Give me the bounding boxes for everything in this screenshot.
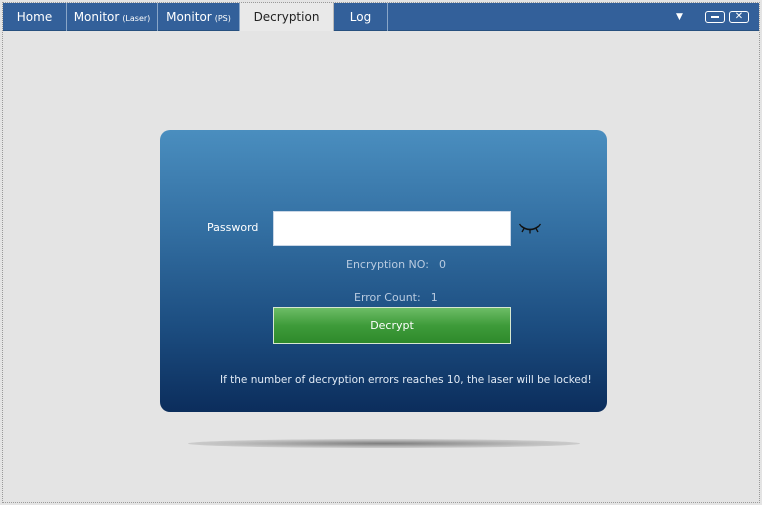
error-count-label: Error Count:	[354, 291, 421, 304]
panel-shadow	[188, 439, 580, 448]
warning-text: If the number of decryption errors reach…	[220, 374, 592, 386]
error-count-value: 1	[430, 291, 438, 304]
app-window: Home Monitor (Laser) Monitor (PS) Decrypti…	[2, 2, 760, 503]
tab-decryption[interactable]: Decryption	[240, 3, 334, 31]
tab-decryption-label: Decryption	[253, 10, 320, 24]
minimize-bar	[711, 16, 719, 18]
tab-monitor-ps[interactable]: Monitor (PS)	[158, 3, 240, 31]
tab-monitor-ps-label: Monitor	[166, 10, 212, 24]
tab-bar: Home Monitor (Laser) Monitor (PS) Decrypti…	[3, 3, 759, 31]
closed-eye-icon[interactable]	[519, 222, 541, 234]
tab-log-label: Log	[349, 10, 372, 24]
close-x-glyph: ✕	[734, 11, 744, 22]
tab-monitor-laser-label: Monitor	[73, 10, 120, 24]
error-count-row: Error Count: 1	[354, 291, 438, 304]
password-input[interactable]	[273, 211, 511, 246]
decryption-panel: Password Encryption NO: 0 Error Count: 1 D…	[160, 130, 607, 412]
encryption-no-label: Encryption NO:	[346, 258, 429, 271]
minimize-icon[interactable]	[705, 11, 725, 23]
encryption-no-value: 0	[438, 258, 446, 271]
tab-home-label: Home	[16, 10, 53, 24]
decrypt-button[interactable]: Decrypt	[273, 307, 511, 344]
password-label: Password	[207, 221, 259, 234]
tab-monitor-ps-sub: (PS)	[214, 14, 231, 23]
tab-monitor-laser[interactable]: Monitor (Laser)	[67, 3, 158, 31]
dropdown-icon[interactable]: ▼	[676, 11, 683, 24]
tab-monitor-laser-sub: (Laser)	[122, 14, 151, 23]
close-icon[interactable]: ✕	[729, 11, 749, 23]
tab-home[interactable]: Home	[3, 3, 67, 31]
tab-log[interactable]: Log	[334, 3, 388, 31]
encryption-no-row: Encryption NO: 0	[346, 258, 446, 271]
